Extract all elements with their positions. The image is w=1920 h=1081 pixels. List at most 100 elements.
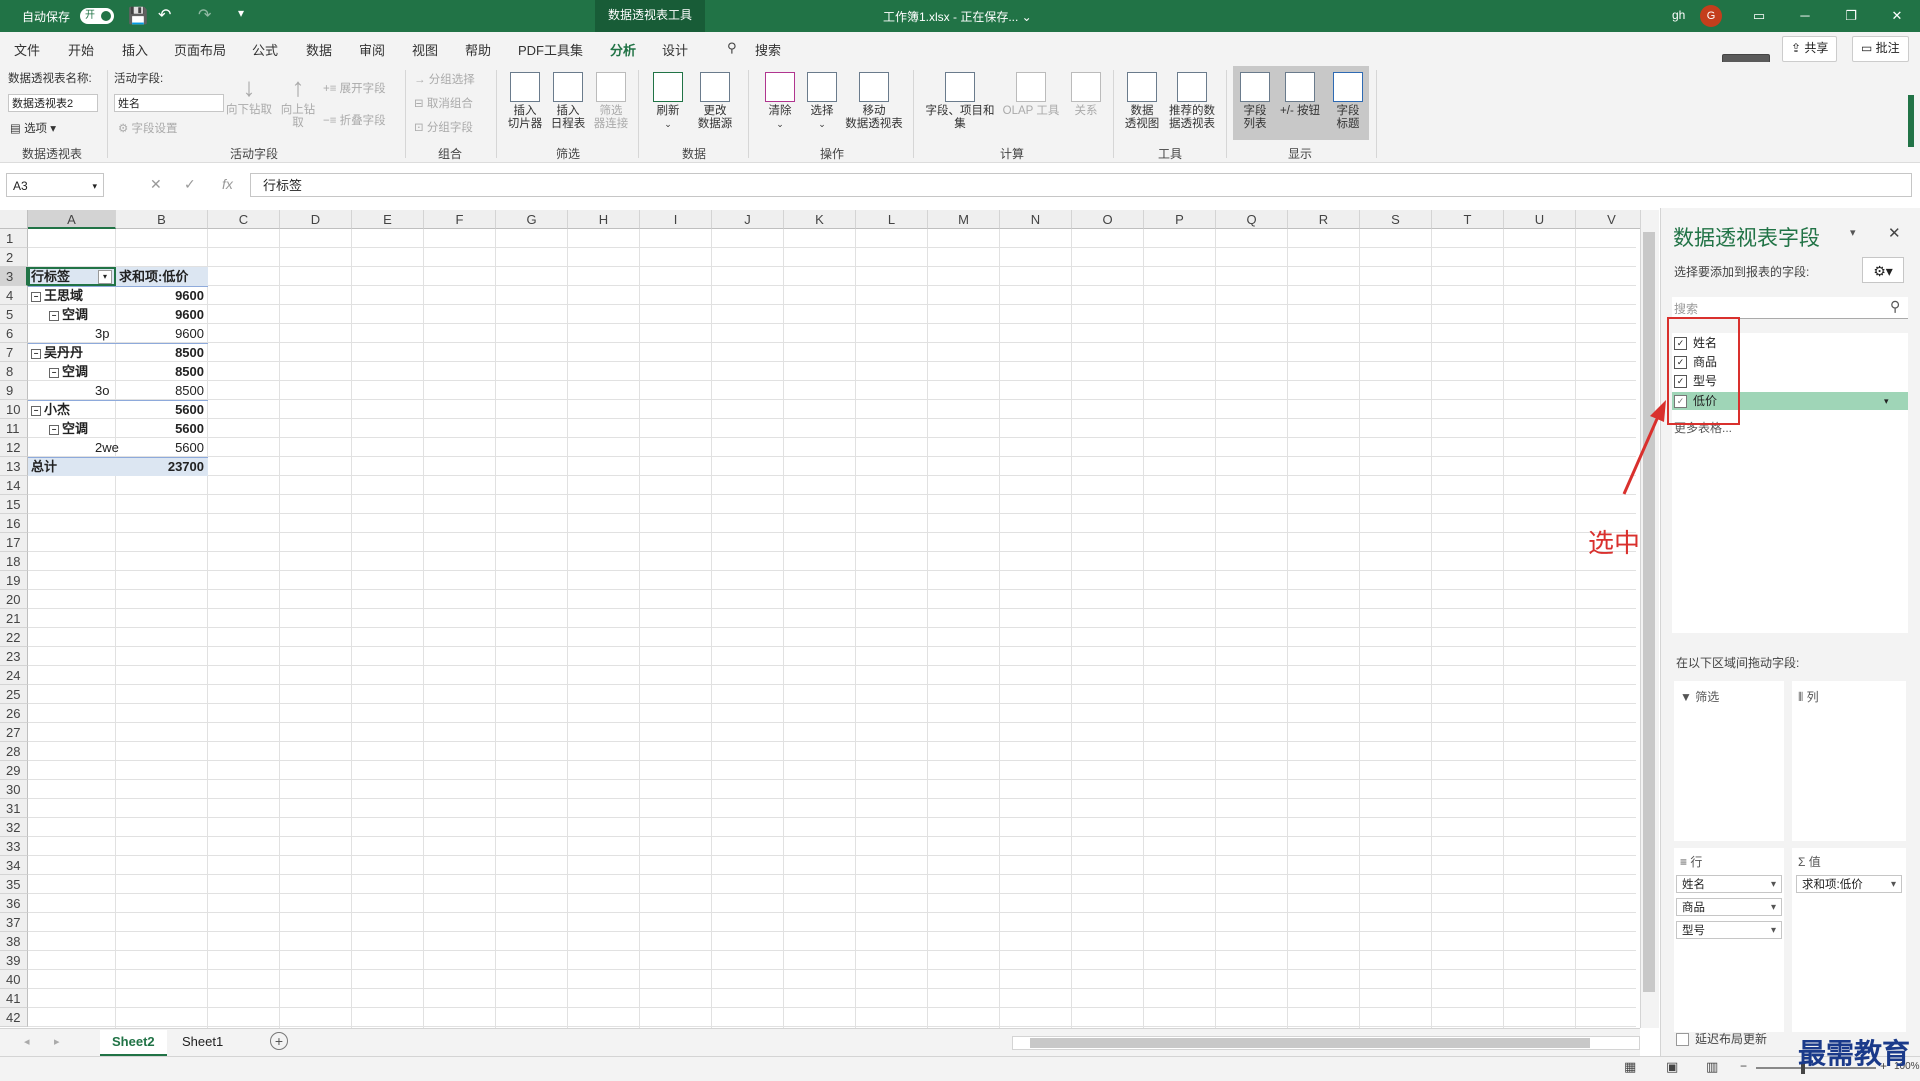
- row-header[interactable]: 17: [0, 533, 28, 552]
- field-settings-button[interactable]: ⚙ 字段设置: [118, 120, 178, 136]
- sheet-tab-sheet2[interactable]: Sheet2: [100, 1030, 167, 1056]
- column-header[interactable]: J: [712, 210, 784, 229]
- row-header[interactable]: 39: [0, 951, 28, 970]
- tab-design[interactable]: 设计: [662, 40, 688, 59]
- ungroup-button[interactable]: ⊟ 取消组合: [414, 95, 473, 111]
- column-header[interactable]: H: [568, 210, 640, 229]
- field-list-button[interactable]: 字段 列表: [1235, 72, 1275, 131]
- avatar[interactable]: G: [1700, 5, 1722, 27]
- row-header[interactable]: 37: [0, 913, 28, 932]
- row-header[interactable]: 28: [0, 742, 28, 761]
- insert-slicer-button[interactable]: 插入 切片器: [505, 72, 545, 131]
- tab-insert[interactable]: 插入: [122, 40, 148, 59]
- row-header[interactable]: 9: [0, 381, 28, 400]
- add-sheet-icon[interactable]: +: [270, 1032, 288, 1050]
- row-header[interactable]: 6: [0, 324, 28, 343]
- column-header[interactable]: P: [1144, 210, 1216, 229]
- pivot-row-label[interactable]: − 吴丹丹: [31, 343, 83, 362]
- column-header[interactable]: T: [1432, 210, 1504, 229]
- row-header[interactable]: 24: [0, 666, 28, 685]
- collapse-icon[interactable]: −: [31, 291, 41, 302]
- drill-down-button[interactable]: ↓ 向下钻取: [226, 70, 272, 117]
- tab-page-layout[interactable]: 页面布局: [174, 40, 226, 59]
- pivot-row-label[interactable]: − 小杰: [31, 400, 70, 419]
- row-header[interactable]: 13: [0, 457, 28, 476]
- name-box[interactable]: A3 ▾: [6, 173, 104, 197]
- close-icon[interactable]: ✕: [1888, 224, 1901, 242]
- column-header[interactable]: I: [640, 210, 712, 229]
- filter-dropdown-icon[interactable]: ▾: [98, 270, 112, 284]
- comments-button[interactable]: ▭ 批注: [1852, 36, 1909, 62]
- ribbon-display-icon[interactable]: ▭: [1744, 4, 1774, 28]
- row-header[interactable]: 12: [0, 438, 28, 457]
- enter-icon[interactable]: ✓: [184, 176, 196, 193]
- columns-area[interactable]: [1792, 681, 1906, 841]
- row-header[interactable]: 25: [0, 685, 28, 704]
- file-title[interactable]: 工作簿1.xlsx - 正在保存... ⌄: [883, 8, 1032, 25]
- pivot-row-value[interactable]: 5600: [116, 438, 204, 457]
- pivot-row-label[interactable]: 3p: [95, 324, 109, 343]
- row-header[interactable]: 7: [0, 343, 28, 362]
- tab-file[interactable]: 文件: [14, 40, 40, 59]
- row-header[interactable]: 26: [0, 704, 28, 723]
- row-header[interactable]: 42: [0, 1008, 28, 1027]
- column-header[interactable]: A: [28, 210, 116, 229]
- collapse-icon[interactable]: −: [49, 424, 59, 435]
- pivot-row-value[interactable]: 9600: [116, 324, 204, 343]
- row-header[interactable]: 23: [0, 647, 28, 666]
- row-field-chip[interactable]: 姓名: [1676, 875, 1782, 894]
- collapse-icon[interactable]: −: [49, 367, 59, 378]
- search-box[interactable]: 搜索: [755, 40, 781, 59]
- group-selection-button[interactable]: → 分组选择: [414, 71, 475, 87]
- row-header[interactable]: 18: [0, 552, 28, 571]
- row-header[interactable]: 33: [0, 837, 28, 856]
- row-header[interactable]: 30: [0, 780, 28, 799]
- pivot-row-label[interactable]: 3o: [95, 381, 109, 400]
- select-all-corner[interactable]: [0, 210, 28, 229]
- options-button[interactable]: ▤ 选项 ▾: [10, 120, 56, 136]
- tab-view[interactable]: 视图: [412, 40, 438, 59]
- share-button[interactable]: ⇪ 共享: [1782, 36, 1838, 62]
- row-header[interactable]: 19: [0, 571, 28, 590]
- pivot-row-value[interactable]: 5600: [116, 419, 204, 438]
- redo-icon[interactable]: ↷: [198, 5, 211, 25]
- row-header[interactable]: 35: [0, 875, 28, 894]
- row-header[interactable]: 2: [0, 248, 28, 267]
- customize-qat-icon[interactable]: ▾: [238, 6, 244, 20]
- row-header[interactable]: 27: [0, 723, 28, 742]
- restore-icon[interactable]: ❐: [1836, 4, 1866, 28]
- worksheet-grid[interactable]: [0, 208, 1640, 1028]
- row-header[interactable]: 3: [0, 267, 28, 286]
- defer-update-checkbox[interactable]: 延迟布局更新: [1676, 1030, 1767, 1047]
- column-header[interactable]: M: [928, 210, 1000, 229]
- sheet-tab-sheet1[interactable]: Sheet1: [170, 1030, 235, 1054]
- select-button[interactable]: 选择 ⌄: [802, 72, 842, 131]
- column-header[interactable]: L: [856, 210, 928, 229]
- filters-area[interactable]: [1674, 681, 1784, 841]
- column-header[interactable]: U: [1504, 210, 1576, 229]
- row-header[interactable]: 22: [0, 628, 28, 647]
- column-header[interactable]: D: [280, 210, 352, 229]
- collapse-icon[interactable]: −: [31, 405, 41, 416]
- zoom-out-icon[interactable]: −: [1740, 1059, 1747, 1073]
- page-break-view-icon[interactable]: ▥: [1706, 1059, 1718, 1075]
- row-header[interactable]: 38: [0, 932, 28, 951]
- row-header[interactable]: 11: [0, 419, 28, 438]
- expand-field-button[interactable]: +≡ 展开字段: [323, 80, 386, 96]
- pivot-total-value[interactable]: 23700: [116, 457, 204, 476]
- save-icon[interactable]: 💾: [128, 6, 148, 26]
- pivot-value-header[interactable]: 求和项:低价: [119, 267, 188, 286]
- pivot-row-label[interactable]: − 空调: [49, 419, 88, 438]
- vertical-scroll-thumb[interactable]: [1643, 232, 1655, 992]
- move-pivot-button[interactable]: 移动 数据透视表: [842, 72, 906, 131]
- minimize-icon[interactable]: ─: [1790, 4, 1820, 28]
- fields-items-sets-button[interactable]: 字段、项目和 集: [922, 72, 998, 131]
- insert-function-icon[interactable]: fx: [222, 176, 233, 192]
- checkbox-icon[interactable]: [1676, 1033, 1689, 1047]
- pivot-row-labels-header[interactable]: 行标签: [31, 267, 70, 286]
- pivot-row-value[interactable]: 9600: [116, 286, 204, 305]
- pivot-row-value[interactable]: 9600: [116, 305, 204, 324]
- pivot-row-label[interactable]: − 王思域: [31, 286, 83, 305]
- row-field-chip[interactable]: 商品: [1676, 898, 1782, 917]
- pivot-row-value[interactable]: 5600: [116, 400, 204, 419]
